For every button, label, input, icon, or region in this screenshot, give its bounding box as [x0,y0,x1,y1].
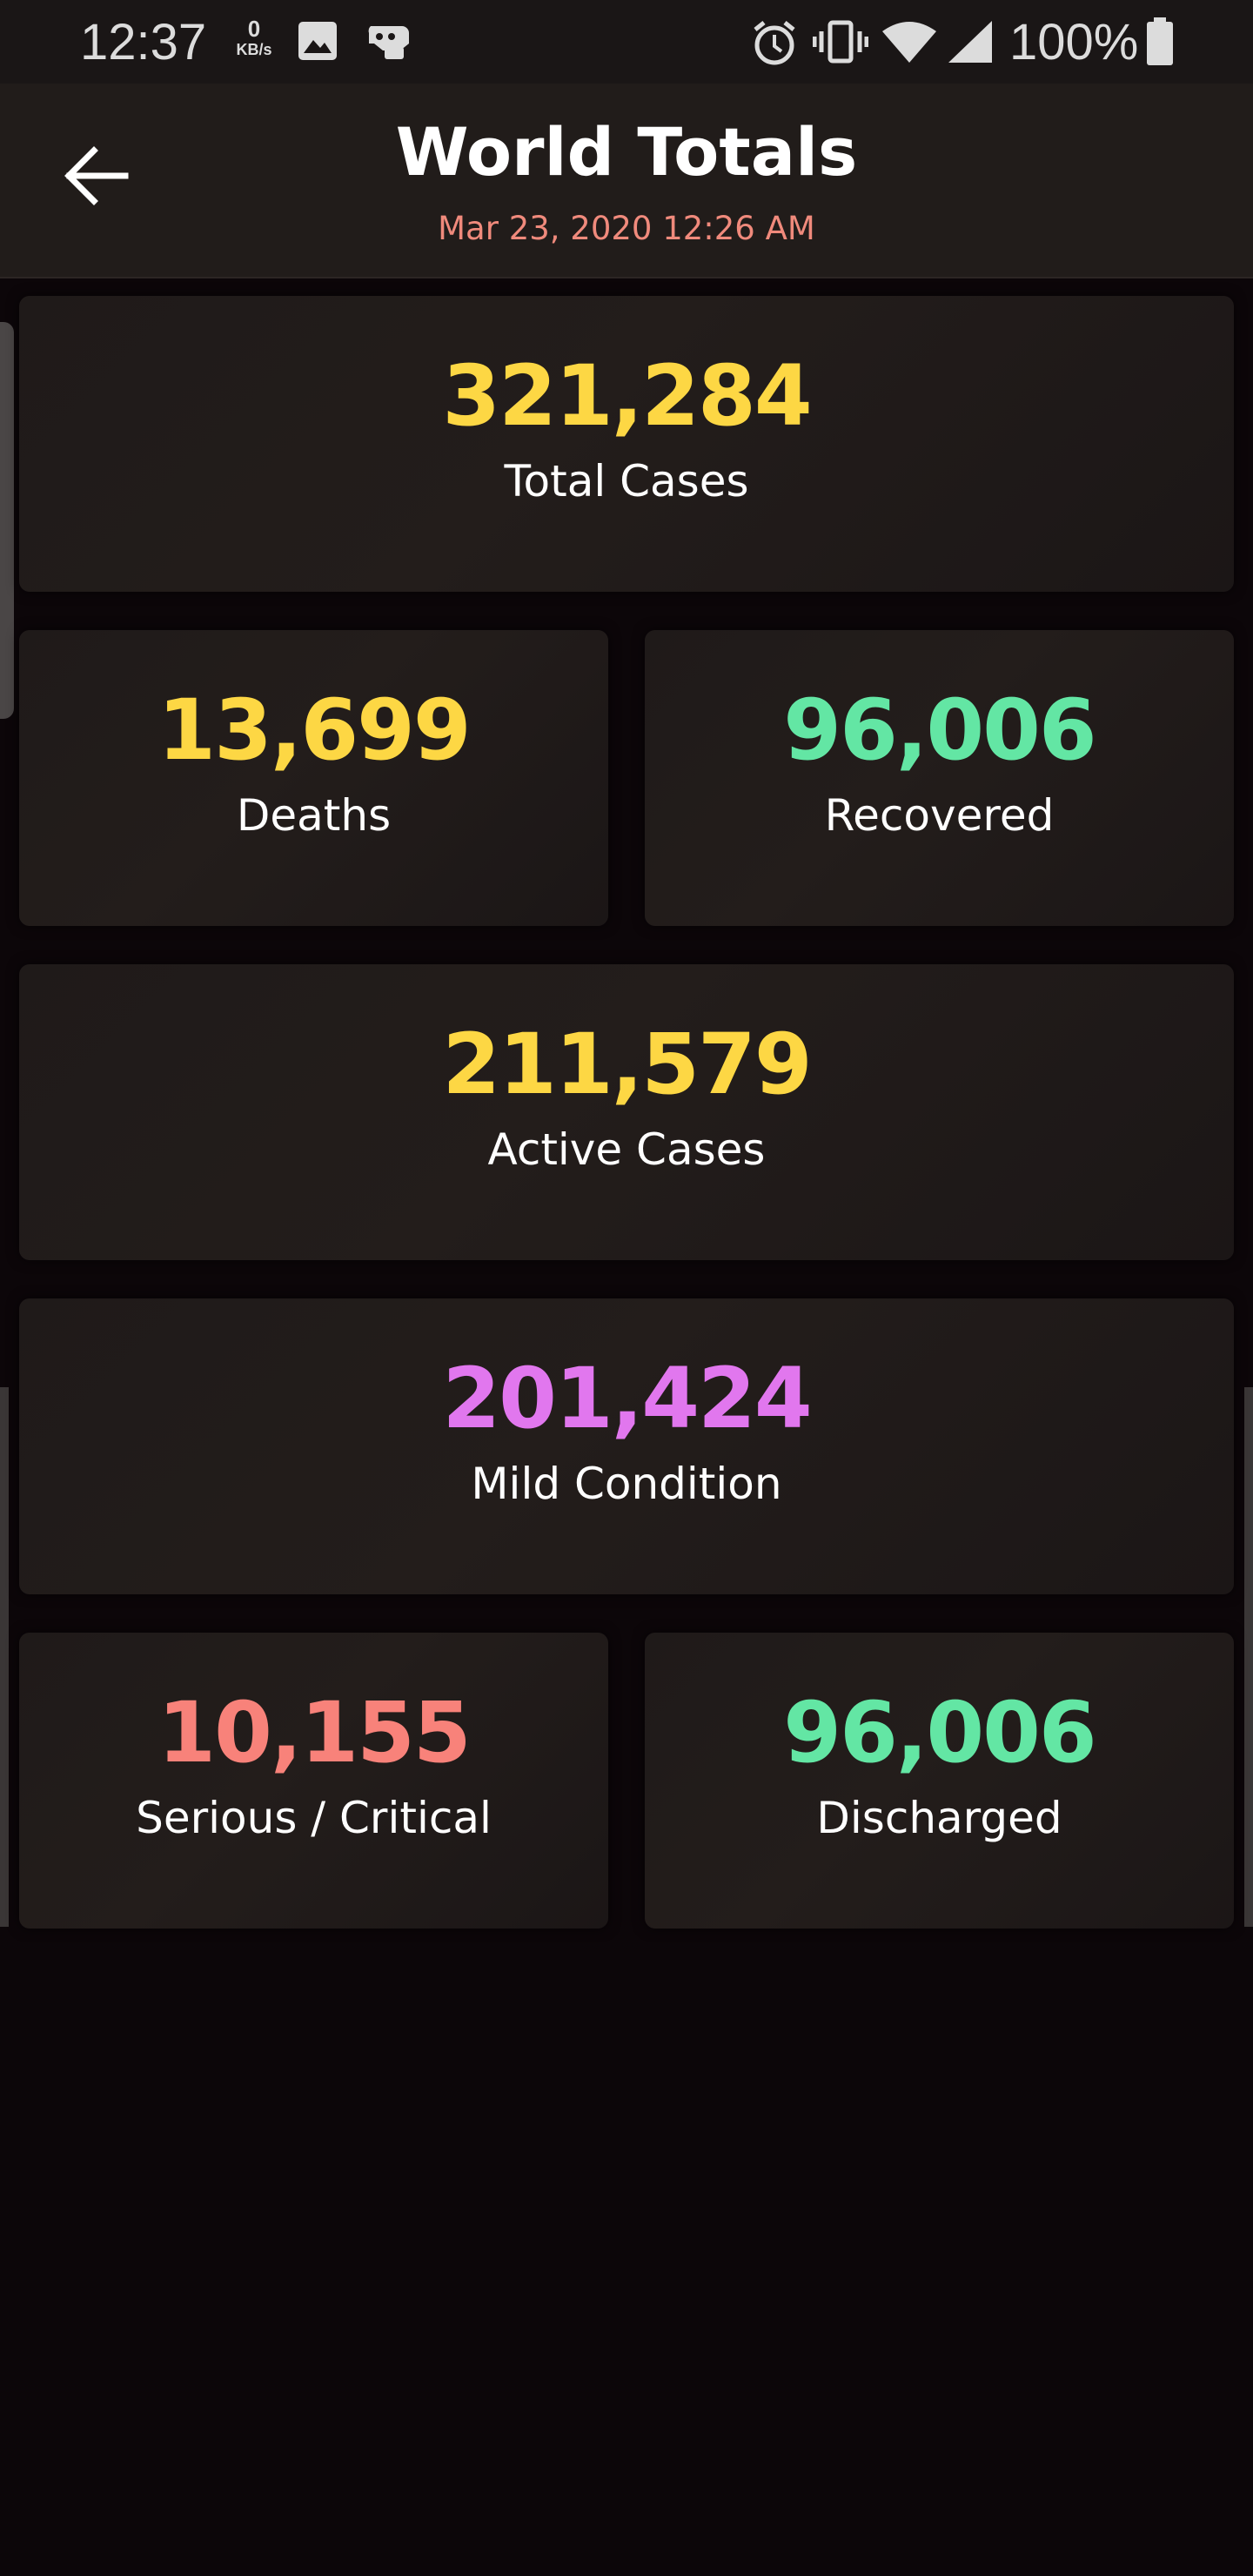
deaths-value: 13,699 [157,681,471,779]
left-edge-indicator [0,1387,9,1927]
status-bar: 12:37 0 KB/s 100% [0,0,1253,84]
signal-icon [945,19,995,70]
serious-critical-label: Serious / Critical [136,1793,492,1843]
drawer-edge-handle[interactable] [0,322,14,719]
mild-condition-label: Mild Condition [471,1459,782,1509]
vibrate-icon [812,19,869,70]
discharged-value: 96,006 [783,1684,1096,1781]
mild-condition-card: 201,424 Mild Condition [19,1298,1234,1594]
deaths-label: Deaths [236,790,392,841]
recovered-card: 96,006 Recovered [645,630,1234,926]
total-cases-card: 321,284 Total Cases [19,296,1234,592]
active-cases-value: 211,579 [442,1016,812,1113]
total-cases-label: Total Cases [504,456,749,506]
discharged-label: Discharged [816,1793,1062,1843]
page-title: World Totals [395,113,858,191]
last-updated-timestamp: Mar 23, 2020 12:26 AM [438,210,815,247]
mild-condition-value: 201,424 [442,1350,812,1447]
network-speed-unit: KB/s [236,41,272,58]
recovered-label: Recovered [824,790,1055,841]
active-cases-card: 211,579 Active Cases [19,964,1234,1260]
battery-percent: 100% [1009,14,1139,70]
status-time: 12:37 [80,14,207,70]
right-edge-indicator [1244,1387,1253,1927]
game-icon [362,19,411,66]
recovered-value: 96,006 [783,681,1096,779]
wifi-icon [881,19,938,70]
screen: 12:37 0 KB/s 100% World Totals Mar 23, 2… [0,0,1253,2576]
discharged-card: 96,006 Discharged [645,1633,1234,1929]
network-speed-value: 0 [247,16,261,42]
image-icon [296,19,339,66]
app-bar: World Totals Mar 23, 2020 12:26 AM [0,84,1253,278]
serious-critical-card: 10,155 Serious / Critical [19,1633,608,1929]
alarm-icon [750,19,799,70]
battery-icon [1145,17,1175,70]
deaths-card: 13,699 Deaths [19,630,608,926]
active-cases-label: Active Cases [487,1124,766,1175]
total-cases-value: 321,284 [442,347,812,445]
serious-critical-value: 10,155 [157,1684,471,1781]
network-speed: 0 KB/s [228,17,280,59]
